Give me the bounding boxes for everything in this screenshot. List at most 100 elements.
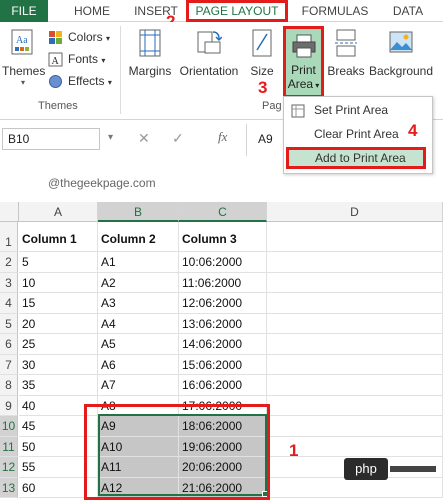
orientation-button[interactable]: Orientation bbox=[176, 28, 242, 78]
cell-d-2[interactable] bbox=[267, 252, 443, 273]
background-button[interactable]: Background bbox=[366, 28, 436, 78]
column-header-d[interactable]: D bbox=[267, 202, 443, 222]
row-header[interactable]: 4 bbox=[0, 293, 18, 314]
cell-b-6[interactable]: A5 bbox=[98, 334, 179, 355]
row-header[interactable]: 5 bbox=[0, 313, 18, 334]
cell-c-8[interactable]: 16:06:2000 bbox=[179, 375, 267, 396]
row-header[interactable]: 7 bbox=[0, 354, 18, 375]
cell-d-3[interactable] bbox=[267, 272, 443, 293]
row-header[interactable]: 2 bbox=[0, 252, 18, 273]
cell-d-1[interactable] bbox=[267, 222, 443, 252]
cell-d-7[interactable] bbox=[267, 354, 443, 375]
print-area-button[interactable]: Print Area ▾ bbox=[283, 26, 324, 98]
cell-a-8[interactable]: 35 bbox=[19, 375, 98, 396]
cell-c-7[interactable]: 15:06:2000 bbox=[179, 354, 267, 375]
cell-d-10[interactable] bbox=[267, 416, 443, 437]
name-box[interactable]: B10 bbox=[2, 128, 100, 150]
print-area-label-2: Area ▾ bbox=[287, 77, 320, 91]
cell-b-2[interactable]: A1 bbox=[98, 252, 179, 273]
cell-a-7[interactable]: 30 bbox=[19, 354, 98, 375]
namebox-dropdown-icon[interactable]: ▾ bbox=[108, 132, 113, 143]
cell-a-5[interactable]: 20 bbox=[19, 313, 98, 334]
cell-d-5[interactable] bbox=[267, 313, 443, 334]
annotation-box-selection bbox=[84, 404, 270, 500]
cell-b-7[interactable]: A6 bbox=[98, 354, 179, 375]
orientation-label: Orientation bbox=[179, 64, 239, 78]
fonts-icon: A bbox=[48, 52, 63, 67]
step-4-marker: 4 bbox=[408, 121, 418, 140]
column-header-a[interactable]: A bbox=[19, 202, 98, 222]
cell-c-1[interactable]: Column 3 bbox=[179, 222, 267, 252]
group-divider bbox=[120, 26, 121, 114]
enter-icon[interactable]: ✓ bbox=[172, 130, 184, 147]
insert-function-button[interactable]: fx bbox=[218, 129, 227, 145]
row-header[interactable]: 6 bbox=[0, 334, 18, 355]
cell-d-13[interactable] bbox=[267, 477, 443, 498]
cell-a-2[interactable]: 5 bbox=[19, 252, 98, 273]
column-header-b[interactable]: B bbox=[98, 202, 179, 222]
colors-button[interactable]: Colors ▾ bbox=[48, 28, 110, 47]
cell-b-5[interactable]: A4 bbox=[98, 313, 179, 334]
cell-c-5[interactable]: 13:06:2000 bbox=[179, 313, 267, 334]
tab-file[interactable]: FILE bbox=[0, 0, 48, 22]
fonts-button[interactable]: A Fonts ▾ bbox=[48, 50, 105, 69]
breaks-icon bbox=[333, 28, 359, 58]
row-header[interactable]: 3 bbox=[0, 272, 18, 293]
size-button[interactable]: Size bbox=[244, 28, 280, 78]
themes-button[interactable]: Aa Themes ▾ bbox=[2, 28, 45, 87]
cell-c-6[interactable]: 14:06:2000 bbox=[179, 334, 267, 355]
php-badge-bar bbox=[390, 466, 436, 472]
cell-b-3[interactable]: A2 bbox=[98, 272, 179, 293]
cell-b-1[interactable]: Column 2 bbox=[98, 222, 179, 252]
size-label: Size bbox=[250, 64, 274, 78]
step-1-marker: 1 bbox=[289, 441, 299, 460]
row-header[interactable]: 9 bbox=[0, 395, 18, 416]
effects-button[interactable]: Effects ▾ bbox=[48, 72, 112, 91]
column-header-c[interactable]: C bbox=[179, 202, 267, 222]
formula-divider bbox=[246, 124, 247, 156]
print-area-icon bbox=[291, 33, 317, 63]
size-icon bbox=[249, 28, 275, 58]
set-print-area-icon bbox=[291, 103, 305, 118]
cell-b-4[interactable]: A3 bbox=[98, 293, 179, 314]
row-header[interactable]: 11 bbox=[0, 436, 18, 457]
fonts-label: Fonts bbox=[68, 52, 99, 66]
margins-button[interactable]: Margins bbox=[124, 28, 176, 78]
breaks-button[interactable]: Breaks bbox=[326, 28, 366, 78]
row-header[interactable]: 13 bbox=[0, 477, 18, 498]
select-all-corner[interactable] bbox=[0, 202, 19, 222]
cell-d-4[interactable] bbox=[267, 293, 443, 314]
cell-d-9[interactable] bbox=[267, 395, 443, 416]
menu-item-set-print-area[interactable]: Set Print Area bbox=[284, 99, 432, 121]
tab-data[interactable]: DATA bbox=[388, 0, 428, 22]
cell-c-2[interactable]: 10:06:2000 bbox=[179, 252, 267, 273]
themes-icon: Aa bbox=[10, 28, 36, 58]
print-area-label: Print bbox=[291, 63, 316, 77]
menu-item-add-to-print-area[interactable]: Add to Print Area bbox=[286, 147, 426, 169]
cell-a-3[interactable]: 10 bbox=[19, 272, 98, 293]
breaks-label: Breaks bbox=[327, 64, 365, 78]
cell-b-8[interactable]: A7 bbox=[98, 375, 179, 396]
row-header[interactable]: 10 bbox=[0, 416, 18, 437]
tab-insert[interactable]: INSERT bbox=[128, 0, 184, 22]
cell-d-8[interactable] bbox=[267, 375, 443, 396]
cell-c-4[interactable]: 12:06:2000 bbox=[179, 293, 267, 314]
row-header[interactable]: 8 bbox=[0, 375, 18, 396]
cell-a-1[interactable]: Column 1 bbox=[19, 222, 98, 252]
tab-formulas[interactable]: FORMULAS bbox=[298, 0, 372, 22]
tab-page-layout[interactable]: PAGE LAYOUT bbox=[186, 0, 288, 22]
themes-group-label: Themes bbox=[38, 100, 78, 112]
page-setup-group-label: Pag bbox=[262, 100, 282, 112]
background-label: Background bbox=[368, 64, 434, 78]
cancel-icon[interactable]: ✕ bbox=[138, 130, 150, 147]
row-header[interactable]: 1 bbox=[0, 222, 18, 252]
cell-d-6[interactable] bbox=[267, 334, 443, 355]
colors-icon bbox=[48, 30, 63, 45]
tab-home[interactable]: HOME bbox=[62, 0, 122, 22]
cell-c-3[interactable]: 11:06:2000 bbox=[179, 272, 267, 293]
margins-icon bbox=[137, 28, 163, 58]
row-header[interactable]: 12 bbox=[0, 457, 18, 478]
cell-a-6[interactable]: 25 bbox=[19, 334, 98, 355]
cell-a-4[interactable]: 15 bbox=[19, 293, 98, 314]
step-3-marker: 3 bbox=[258, 78, 268, 97]
